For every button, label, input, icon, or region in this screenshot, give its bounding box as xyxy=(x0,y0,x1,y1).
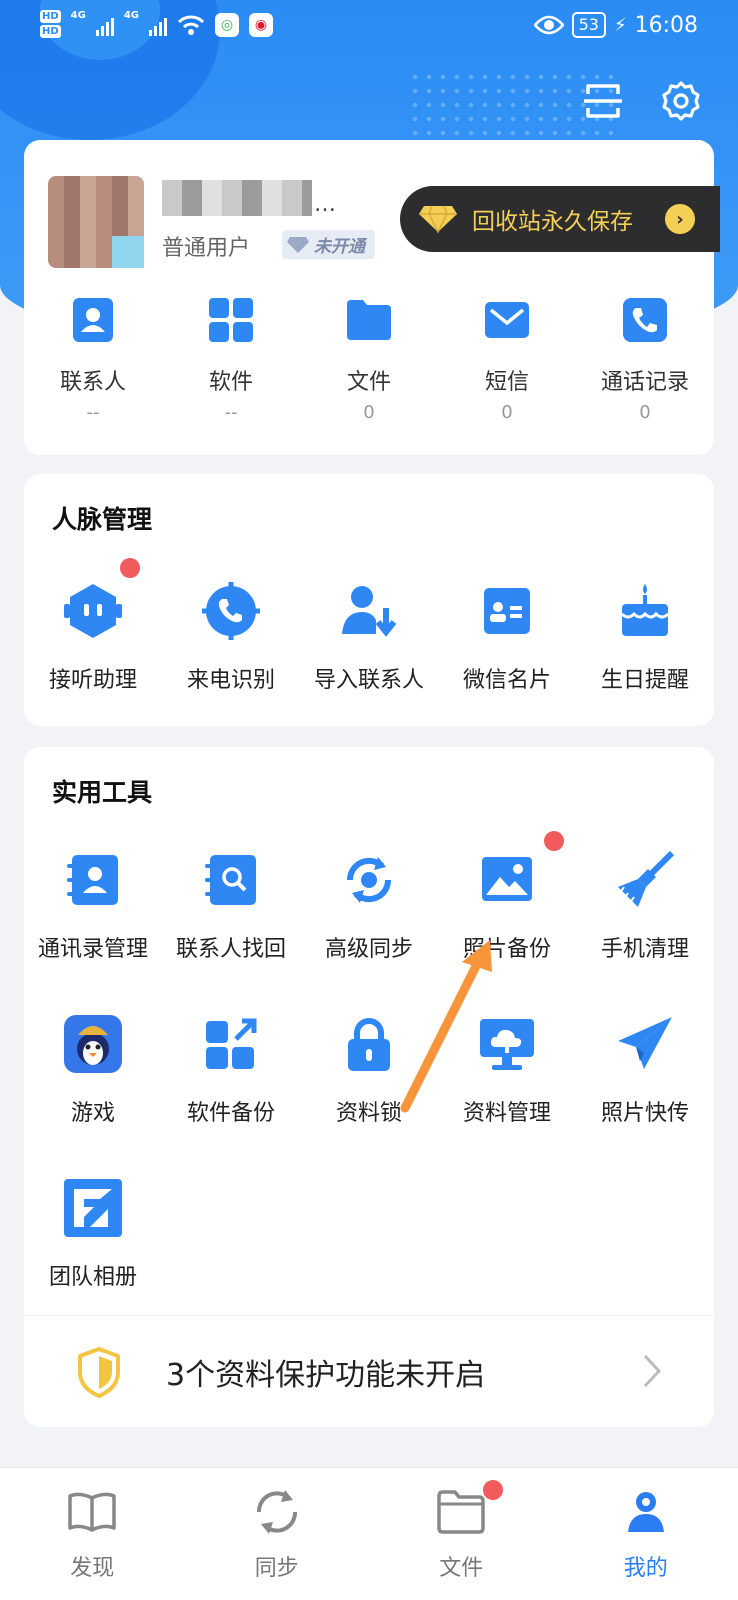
gear-icon[interactable] xyxy=(660,80,702,122)
business-card-icon xyxy=(484,588,530,634)
contact-icon xyxy=(73,298,113,342)
tool-team-album[interactable]: 团队相册 xyxy=(24,1177,162,1291)
data-protection-row[interactable]: 3个资料保护功能未开启 xyxy=(24,1317,714,1427)
network-management-card: 人脉管理 接听助理 来电识别 导入联系人 微信名片 生日提醒 xyxy=(24,474,714,726)
status-bar: HD HD 4G 4G ◎ ◉ 53 ⚡ 16:08 xyxy=(0,0,738,56)
network-type-2: 4G xyxy=(123,10,140,21)
stat-call-log[interactable]: 通话记录 0 xyxy=(576,296,714,423)
vip-badge[interactable]: 未开通 xyxy=(282,230,375,259)
app-notification-icon: ◎ xyxy=(215,13,240,37)
stats-row: 联系人 -- 软件 -- 文件 0 短信 0 通话记录 0 xyxy=(24,296,714,423)
tool-birthday-reminder[interactable]: 生日提醒 xyxy=(576,580,714,694)
diamond-icon xyxy=(287,236,309,253)
book-icon xyxy=(68,1492,116,1532)
wifi-icon xyxy=(177,15,205,35)
contact-recover-icon xyxy=(205,855,256,905)
recycle-bin-banner[interactable]: 回收站永久保存 › xyxy=(400,186,720,252)
user-type: 普通用户 xyxy=(162,236,251,261)
new-badge xyxy=(483,1480,503,1500)
tab-me[interactable]: 我的 xyxy=(554,1468,738,1600)
sync-icon xyxy=(346,857,392,903)
header-actions xyxy=(582,80,702,122)
tool-photo-transfer[interactable]: 照片快传 xyxy=(576,1013,714,1127)
profile-tab-icon xyxy=(627,1492,664,1532)
eye-icon xyxy=(533,15,564,35)
game-icon xyxy=(64,1015,122,1073)
tab-sync[interactable]: 同步 xyxy=(185,1468,370,1600)
stat-files[interactable]: 文件 0 xyxy=(300,296,438,423)
team-album-icon xyxy=(64,1179,122,1237)
caller-id-icon xyxy=(202,582,260,640)
tool-game[interactable]: 游戏 xyxy=(24,1013,162,1127)
new-badge xyxy=(120,558,140,578)
stat-sms[interactable]: 短信 0 xyxy=(438,296,576,423)
lock-icon xyxy=(348,1018,390,1071)
section-title-network: 人脉管理 xyxy=(52,505,153,534)
sim-indicator: HD HD xyxy=(40,10,61,38)
tools-card: 实用工具 通讯录管理 联系人找回 高级同步 照片备份 手机清理 游戏 软件备份 … xyxy=(24,747,714,1427)
tab-files[interactable]: 文件 xyxy=(369,1468,554,1600)
folder-tab-icon xyxy=(437,1490,485,1534)
signal-icon xyxy=(95,14,114,36)
birthday-cake-icon xyxy=(620,584,670,636)
clock: 16:08 xyxy=(634,12,698,38)
tool-import-contacts[interactable]: 导入联系人 xyxy=(300,580,438,694)
network-type: 4G xyxy=(70,10,86,21)
section-title-tools: 实用工具 xyxy=(52,778,153,807)
scan-icon[interactable] xyxy=(582,80,624,122)
tool-data-lock[interactable]: 资料锁 xyxy=(300,1013,438,1127)
gold-diamond-icon xyxy=(419,205,457,234)
signal-icon-2 xyxy=(149,14,168,36)
chevron-right-icon: › xyxy=(665,204,695,234)
tool-phone-cleanup[interactable]: 手机清理 xyxy=(576,849,714,963)
tool-contact-recover[interactable]: 联系人找回 xyxy=(162,849,300,963)
broom-icon xyxy=(618,850,675,907)
charging-icon: ⚡ xyxy=(613,14,627,36)
tool-wechat-card[interactable]: 微信名片 xyxy=(438,580,576,694)
chevron-right-icon xyxy=(643,1354,662,1388)
phone-icon xyxy=(623,298,667,342)
divider xyxy=(24,1315,714,1316)
tool-data-management[interactable]: 资料管理 xyxy=(438,1013,576,1127)
photo-backup-icon xyxy=(482,857,532,901)
tool-caller-id[interactable]: 来电识别 xyxy=(162,580,300,694)
username-blurred xyxy=(162,180,312,216)
app-backup-icon xyxy=(206,1018,257,1069)
weibo-icon: ◉ xyxy=(249,13,274,37)
assistant-icon xyxy=(64,584,122,638)
shield-icon xyxy=(78,1347,120,1398)
folder-icon xyxy=(347,300,391,340)
battery-indicator: 53 xyxy=(571,12,606,38)
sms-icon xyxy=(485,302,529,338)
bottom-tab-bar: 发现 同步 文件 我的 xyxy=(0,1467,738,1600)
tool-app-backup[interactable]: 软件备份 xyxy=(162,1013,300,1127)
apps-icon xyxy=(209,298,253,342)
tool-photo-backup[interactable]: 照片备份 xyxy=(438,831,576,963)
avatar[interactable] xyxy=(48,176,144,268)
new-badge xyxy=(544,831,564,851)
cloud-monitor-icon xyxy=(480,1019,534,1070)
import-contacts-icon xyxy=(342,586,397,637)
stat-apps[interactable]: 软件 -- xyxy=(162,296,300,423)
tool-answer-assistant[interactable]: 接听助理 xyxy=(24,558,162,694)
tool-address-book[interactable]: 通讯录管理 xyxy=(24,849,162,963)
address-book-icon xyxy=(67,855,118,905)
stat-contacts[interactable]: 联系人 -- xyxy=(24,296,162,423)
paper-plane-icon xyxy=(618,1017,672,1069)
sync-tab-icon xyxy=(256,1490,297,1534)
tool-advanced-sync[interactable]: 高级同步 xyxy=(300,849,438,963)
tab-discover[interactable]: 发现 xyxy=(0,1468,185,1600)
